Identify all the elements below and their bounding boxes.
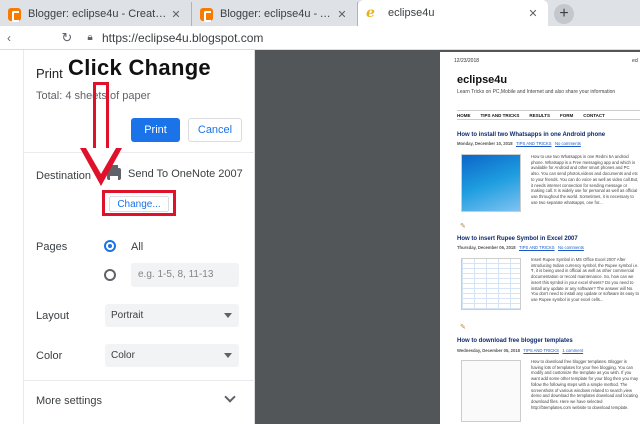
address-bar[interactable]: https://eclipse4u.blogspot.com: [102, 31, 263, 45]
divider: [24, 380, 255, 381]
layout-select[interactable]: Portrait: [105, 304, 239, 327]
new-tab-button[interactable]: +: [554, 4, 574, 24]
post-date: Wednesday, December 05, 2018: [457, 348, 520, 353]
annotation-arrow-shaft: [93, 82, 109, 148]
preview-post-thumbnail: [461, 360, 521, 422]
page-left-gutter: [0, 50, 24, 424]
tab-eclipse4u[interactable]: e eclipse4u ✕: [358, 0, 548, 26]
layout-label: Layout: [36, 310, 70, 322]
preview-post-excerpt: How to use two Whatsapps in one Redmi 5A…: [531, 154, 639, 205]
pages-custom-radio[interactable]: [104, 269, 116, 281]
close-icon[interactable]: ✕: [526, 7, 540, 20]
destination-value: Send To OneNote 2007: [128, 168, 243, 180]
color-select[interactable]: Color: [105, 344, 239, 367]
lock-icon[interactable]: 🔒︎: [82, 32, 98, 43]
preview-menu-item: FORM: [560, 112, 574, 118]
pages-all-label: All: [131, 241, 144, 253]
tab-title: Blogger: eclipse4u - All posts: [220, 8, 335, 20]
preview-page: 12/23/2018 ecl eclipse4u Learn Tricks on…: [440, 52, 640, 424]
post-comments: No comments: [555, 141, 581, 146]
preview-blog-title: eclipse4u: [457, 74, 508, 86]
e-site-icon: e: [366, 5, 375, 21]
preview-menu-item: TIPS AND TRICKS: [480, 112, 520, 118]
post-date: Monday, December 10, 2018: [457, 141, 513, 146]
more-settings-toggle[interactable]: More settings: [36, 395, 102, 407]
preview-post-excerpt: How to download free blogger templates. …: [531, 359, 639, 410]
print-settings-panel: Print Total: 4 sheets of paper Print Can…: [24, 50, 255, 424]
color-label: Color: [36, 350, 63, 362]
tab-create-post[interactable]: Blogger: eclipse4u - Create post ✕: [0, 2, 192, 26]
print-title: Print: [36, 66, 63, 81]
preview-date: 12/23/2018: [454, 58, 480, 64]
post-tag: TIPS AND TRICKS: [515, 141, 552, 146]
divider: [24, 152, 255, 153]
preview-post-thumbnail: [461, 258, 521, 310]
print-button[interactable]: Print: [131, 118, 180, 142]
blogger-icon: [8, 7, 21, 22]
close-icon[interactable]: ✕: [335, 8, 349, 21]
post-tag: TIPS AND TRICKS: [519, 245, 555, 250]
pages-all-radio[interactable]: [104, 240, 116, 252]
preview-post-title: How to download free blogger templates: [457, 338, 573, 344]
post-comments: 1 comment: [562, 348, 584, 353]
chevron-down-icon[interactable]: [224, 391, 236, 403]
preview-menu-item: RESULTS: [529, 112, 551, 118]
pencil-icon: ✎: [460, 223, 466, 230]
reload-icon[interactable]: ↻: [58, 30, 76, 46]
post-date: Thursday, December 06, 2018: [457, 245, 516, 250]
blogger-icon: [200, 7, 213, 22]
preview-post-excerpt: Insert Rupee Symbol in MS Office Excel 2…: [531, 257, 639, 302]
close-icon[interactable]: ✕: [169, 8, 183, 21]
forward-arrow-icon[interactable]: ‹: [2, 31, 16, 45]
preview-post-title: How to install two Whatsapps in one Andr…: [457, 132, 606, 138]
preview-post-thumbnail: [461, 154, 521, 212]
preview-header-right: ecl: [632, 58, 639, 64]
preview-menu-item: HOME: [457, 112, 471, 118]
layout-value: Portrait: [111, 310, 144, 321]
preview-post-meta: Thursday, December 06, 2018 TIPS AND TRI…: [457, 245, 584, 250]
pages-custom-input[interactable]: e.g. 1-5, 8, 11-13: [131, 263, 239, 287]
post-comments: No comments: [558, 245, 584, 250]
address-toolbar: ‹ ↻ 🔒︎ https://eclipse4u.blogspot.com: [0, 26, 640, 50]
preview-blog-description: Learn Tricks on PC,Mobile and Internet a…: [457, 89, 616, 95]
pages-label: Pages: [36, 241, 68, 253]
preview-menu: HOME TIPS AND TRICKS RESULTS FORM CONTAC…: [457, 110, 640, 120]
cancel-button[interactable]: Cancel: [188, 118, 242, 142]
tab-title: Blogger: eclipse4u - Create post: [28, 8, 169, 20]
tab-title: eclipse4u: [388, 7, 435, 19]
preview-post-title: How to insert Rupee Symbol in Excel 2007: [457, 236, 578, 242]
change-destination-button[interactable]: Change...: [109, 196, 169, 212]
dropdown-arrow-icon: [224, 353, 232, 358]
annotation-arrow-head-fill: [86, 148, 116, 174]
preview-post-meta: Monday, December 10, 2018 TIPS AND TRICK…: [457, 141, 581, 146]
change-highlight-box: Change...: [102, 190, 176, 216]
annotation-text: Click Change: [66, 55, 213, 81]
dropdown-arrow-icon: [224, 313, 232, 318]
post-tag: TIPS AND TRICKS: [523, 348, 559, 353]
pencil-icon: ✎: [460, 324, 466, 331]
color-value: Color: [111, 350, 135, 361]
tab-strip: Blogger: eclipse4u - Create post ✕ Blogg…: [0, 0, 640, 26]
tab-all-posts[interactable]: Blogger: eclipse4u - All posts ✕: [192, 2, 358, 26]
preview-menu-item: CONTACT: [583, 112, 605, 118]
preview-post-meta: Wednesday, December 05, 2018 TIPS AND TR…: [457, 348, 583, 353]
